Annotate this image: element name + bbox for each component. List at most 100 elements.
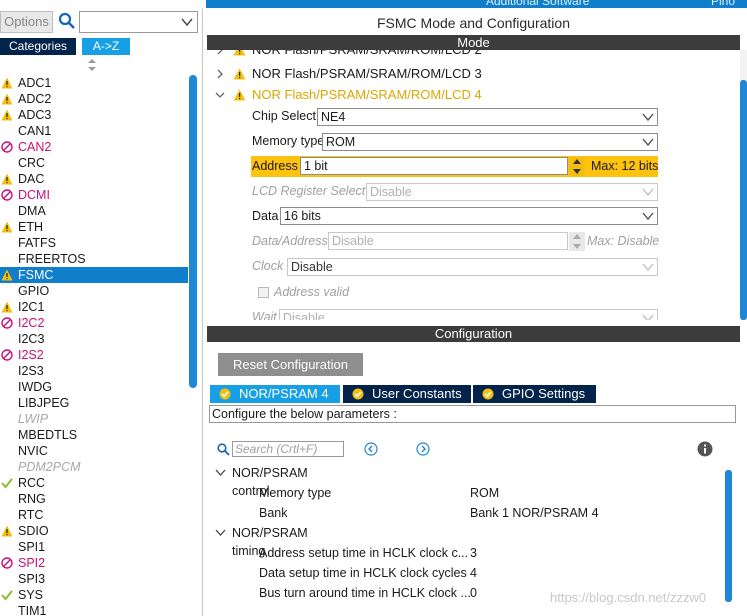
- peripheral-item-eth[interactable]: ETH: [0, 219, 188, 235]
- peripheral-item-adc3[interactable]: ADC3: [0, 107, 188, 123]
- reset-configuration-button[interactable]: Reset Configuration: [218, 353, 363, 376]
- peripheral-item-pdm2pcm[interactable]: PDM2PCM: [0, 459, 188, 475]
- peripheral-item-gpio[interactable]: GPIO: [0, 283, 188, 299]
- peripheral-item-crc[interactable]: CRC: [0, 155, 188, 171]
- peripheral-label: LWIP: [18, 412, 49, 426]
- peripheral-item-adc2[interactable]: ADC2: [0, 91, 188, 107]
- tab-user-constants[interactable]: User Constants: [343, 385, 471, 403]
- chevron-down-icon: [642, 263, 654, 272]
- error-icon: [1, 349, 13, 361]
- peripheral-item-nvic[interactable]: NVIC: [0, 443, 188, 459]
- peripheral-item-spi2[interactable]: SPI2: [0, 555, 188, 571]
- previous-match-icon[interactable]: [364, 442, 378, 456]
- spinner-arrows-icon[interactable]: [569, 232, 585, 251]
- additional-software-tab[interactable]: Additional Software: [486, 0, 589, 8]
- peripheral-item-i2s3[interactable]: I2S3: [0, 363, 188, 379]
- tab-gpio-settings[interactable]: GPIO Settings: [473, 385, 596, 403]
- mode-scrollbar-thumb[interactable]: [740, 80, 747, 320]
- peripheral-label: IWDG: [18, 380, 53, 394]
- peripheral-label: I2C1: [18, 300, 45, 314]
- tab-nor-psram-4[interactable]: NOR/PSRAM 4: [210, 385, 340, 403]
- peripheral-item-rng[interactable]: RNG: [0, 491, 188, 507]
- window-top-strip: Additional Software Pino: [0, 0, 747, 8]
- peripheral-item-mbedtls[interactable]: MBEDTLS: [0, 427, 188, 443]
- memory-type-combo[interactable]: ROM: [322, 133, 658, 151]
- address-valid-label: Address valid: [274, 285, 350, 299]
- peripheral-item-rcc[interactable]: RCC: [0, 475, 188, 491]
- search-icon[interactable]: [58, 12, 76, 30]
- peripheral-item-dcmi[interactable]: DCMI: [0, 187, 188, 203]
- wait-combo[interactable]: Disable: [279, 309, 658, 320]
- peripheral-item-fatfs[interactable]: FATFS: [0, 235, 188, 251]
- data-address-spinner-buttons[interactable]: [569, 232, 585, 251]
- page-title: FSMC Mode and Configuration: [207, 11, 740, 35]
- param-name: Memory type: [259, 486, 332, 500]
- watermark: https://blog.csdn.net/zzzw0: [550, 590, 707, 605]
- chevron-down-icon[interactable]: [215, 90, 225, 100]
- configuration-scrollbar-thumb[interactable]: [725, 470, 732, 602]
- param-name: Bus turn around time in HCLK clock ...: [259, 586, 471, 600]
- peripheral-item-iwdg[interactable]: IWDG: [0, 379, 188, 395]
- peripheral-search-input[interactable]: [79, 11, 198, 33]
- param-value[interactable]: 3: [470, 544, 477, 562]
- error-icon: [1, 189, 13, 201]
- param-value[interactable]: ROM: [470, 484, 499, 502]
- chevron-down-icon[interactable]: [215, 528, 226, 537]
- chevron-right-icon[interactable]: [215, 69, 225, 79]
- peripheral-item-dac[interactable]: DAC: [0, 171, 188, 187]
- clock-combo[interactable]: Disable: [287, 258, 658, 276]
- peripheral-label: MBEDTLS: [18, 428, 78, 442]
- peripheral-label: I2C3: [18, 332, 45, 346]
- info-icon[interactable]: [697, 441, 713, 457]
- peripheral-label: TIM1: [18, 604, 47, 616]
- parameter-search-input[interactable]: Search (Crtl+F): [232, 441, 344, 457]
- scrollbar-thumb[interactable]: [189, 75, 197, 388]
- peripheral-item-i2s2[interactable]: I2S2: [0, 347, 188, 363]
- lcd-register-select-combo[interactable]: Disable: [366, 183, 658, 201]
- param-value[interactable]: 0: [470, 584, 477, 602]
- chevron-down-icon[interactable]: [180, 15, 194, 29]
- pinout-tab[interactable]: Pino: [711, 0, 735, 8]
- peripheral-item-sdio[interactable]: SDIO: [0, 523, 188, 539]
- peripheral-item-sys[interactable]: SYS: [0, 587, 188, 603]
- address-spinner-buttons[interactable]: [569, 157, 585, 176]
- warning-icon: [1, 269, 13, 281]
- peripheral-item-tim1[interactable]: TIM1: [0, 603, 188, 616]
- chip-select-combo[interactable]: NE4: [317, 108, 658, 126]
- peripheral-item-spi3[interactable]: SPI3: [0, 571, 188, 587]
- peripheral-item-i2c2[interactable]: I2C2: [0, 315, 188, 331]
- peripheral-item-spi1[interactable]: SPI1: [0, 539, 188, 555]
- data-address-spinner-input[interactable]: Disable: [328, 232, 568, 250]
- param-value[interactable]: Bank 1 NOR/PSRAM 4: [470, 504, 599, 522]
- peripheral-item-i2c1[interactable]: I2C1: [0, 299, 188, 315]
- chevron-right-icon[interactable]: [215, 50, 225, 55]
- sort-icon[interactable]: [87, 59, 97, 71]
- tab-a-to-z[interactable]: A->Z: [82, 38, 130, 55]
- address-valid-checkbox[interactable]: [258, 287, 269, 298]
- next-match-icon[interactable]: [416, 442, 430, 456]
- peripheral-label: ETH: [18, 220, 43, 234]
- peripheral-item-lwip[interactable]: LWIP: [0, 411, 188, 427]
- peripheral-item-can1[interactable]: CAN1: [0, 123, 188, 139]
- peripheral-item-i2c3[interactable]: I2C3: [0, 331, 188, 347]
- options-button[interactable]: Options: [0, 11, 53, 33]
- peripheral-label: RTC: [18, 508, 44, 522]
- data-combo[interactable]: 16 bits: [280, 207, 658, 225]
- configuration-panel: Reset Configuration NOR/PSRAM 4 User Con…: [207, 342, 747, 616]
- chevron-down-icon[interactable]: [215, 468, 226, 477]
- address-spinner-input[interactable]: 1 bit: [300, 157, 568, 175]
- peripheral-item-rtc[interactable]: RTC: [0, 507, 188, 523]
- spinner-arrows-icon[interactable]: [569, 157, 585, 176]
- peripheral-item-libjpeg[interactable]: LIBJPEG: [0, 395, 188, 411]
- peripheral-label: SPI1: [18, 540, 46, 554]
- peripheral-item-dma[interactable]: DMA: [0, 203, 188, 219]
- param-value[interactable]: 4: [470, 564, 477, 582]
- peripheral-item-adc1[interactable]: ADC1: [0, 75, 188, 91]
- peripheral-item-freertos[interactable]: FREERTOS: [0, 251, 188, 267]
- peripheral-item-can2[interactable]: CAN2: [0, 139, 188, 155]
- tab-categories[interactable]: Categories: [0, 38, 76, 55]
- peripheral-label: FATFS: [18, 236, 56, 250]
- peripheral-label: SYS: [18, 588, 44, 602]
- peripheral-label: SDIO: [18, 524, 49, 538]
- peripheral-item-fsmc[interactable]: FSMC: [0, 267, 188, 283]
